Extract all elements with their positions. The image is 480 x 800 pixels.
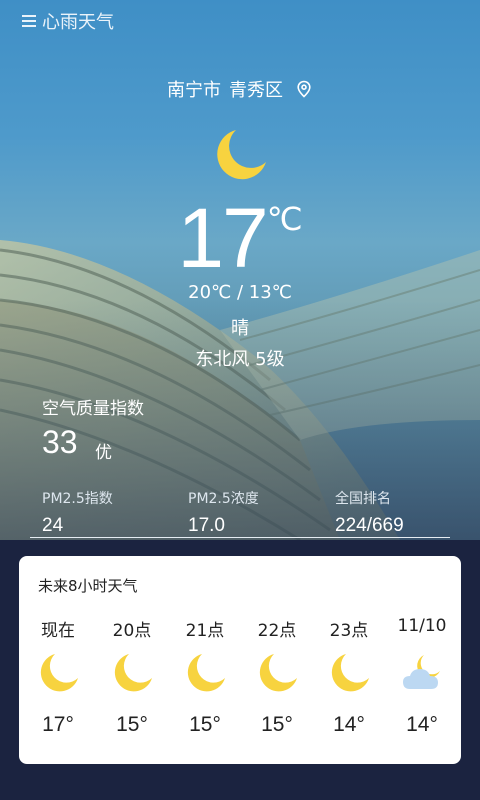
hour-temp: 14° bbox=[406, 713, 438, 736]
wind-info: 东北风 5级 bbox=[195, 349, 285, 370]
pm25-index-value: 24 bbox=[42, 515, 64, 536]
moon-icon bbox=[187, 654, 225, 692]
app-title-bar[interactable]: 心雨天气 bbox=[22, 8, 114, 34]
temperature-value: 17 bbox=[177, 191, 268, 285]
hourly-item: 现在 17° bbox=[22, 616, 94, 737]
hour-temp: 17° bbox=[42, 713, 74, 736]
aqi-value: 33 bbox=[42, 424, 78, 460]
aqi-title: 空气质量指数 bbox=[42, 399, 144, 419]
hourly-item: 21点 15° bbox=[169, 616, 241, 737]
hourly-item: 11/10 14° bbox=[386, 616, 458, 737]
hourly-forecast-title: 未来8小时天气 bbox=[38, 577, 138, 595]
hourly-item: 23点 14° bbox=[313, 616, 385, 737]
hour-temp: 14° bbox=[333, 713, 365, 736]
moon-icon bbox=[259, 654, 297, 692]
hour-time: 21点 bbox=[185, 621, 225, 641]
national-rank-label: 全国排名 bbox=[335, 491, 391, 507]
current-temperature: 17℃ bbox=[0, 190, 480, 287]
hour-time: 11/10 bbox=[397, 616, 447, 636]
divider bbox=[30, 537, 450, 538]
hour-time: 20点 bbox=[112, 621, 152, 641]
city-name: 南宁市 bbox=[167, 80, 221, 101]
temperature-range: 20℃ / 13℃ bbox=[188, 282, 292, 303]
pm25-concentration-label: PM2.5浓度 bbox=[188, 491, 259, 507]
hour-time: 现在 bbox=[41, 621, 75, 641]
hour-temp: 15° bbox=[189, 713, 221, 736]
moon-icon bbox=[217, 130, 266, 180]
hourly-item: 22点 15° bbox=[241, 616, 313, 737]
location-header[interactable]: 南宁市 青秀区 bbox=[0, 76, 480, 102]
hour-temp: 15° bbox=[116, 713, 148, 736]
hour-temp: 15° bbox=[261, 713, 293, 736]
moon-icon bbox=[331, 654, 369, 692]
pm25-concentration-value: 17.0 bbox=[188, 515, 225, 536]
district-name: 青秀区 bbox=[229, 80, 283, 101]
weather-condition: 晴 bbox=[231, 318, 249, 339]
hour-time: 22点 bbox=[257, 621, 297, 641]
pm25-index-label: PM2.5指数 bbox=[42, 491, 113, 507]
hourly-forecast-card[interactable]: 未来8小时天气 现在 17° 20点 15° 21点 15° 22点 15° 2… bbox=[19, 556, 461, 764]
moon-cloud-icon bbox=[403, 655, 440, 689]
hourly-item: 20点 15° bbox=[96, 616, 168, 737]
moon-icon bbox=[40, 654, 78, 692]
moon-icon bbox=[114, 654, 152, 692]
temperature-unit: ℃ bbox=[266, 200, 303, 238]
app-title: 心雨天气 bbox=[42, 12, 114, 33]
location-pin-icon[interactable] bbox=[295, 80, 313, 98]
aqi-level: 优 bbox=[95, 443, 112, 463]
national-rank-value: 224/669 bbox=[335, 515, 404, 536]
menu-icon[interactable] bbox=[22, 14, 38, 28]
hour-time: 23点 bbox=[329, 621, 369, 641]
